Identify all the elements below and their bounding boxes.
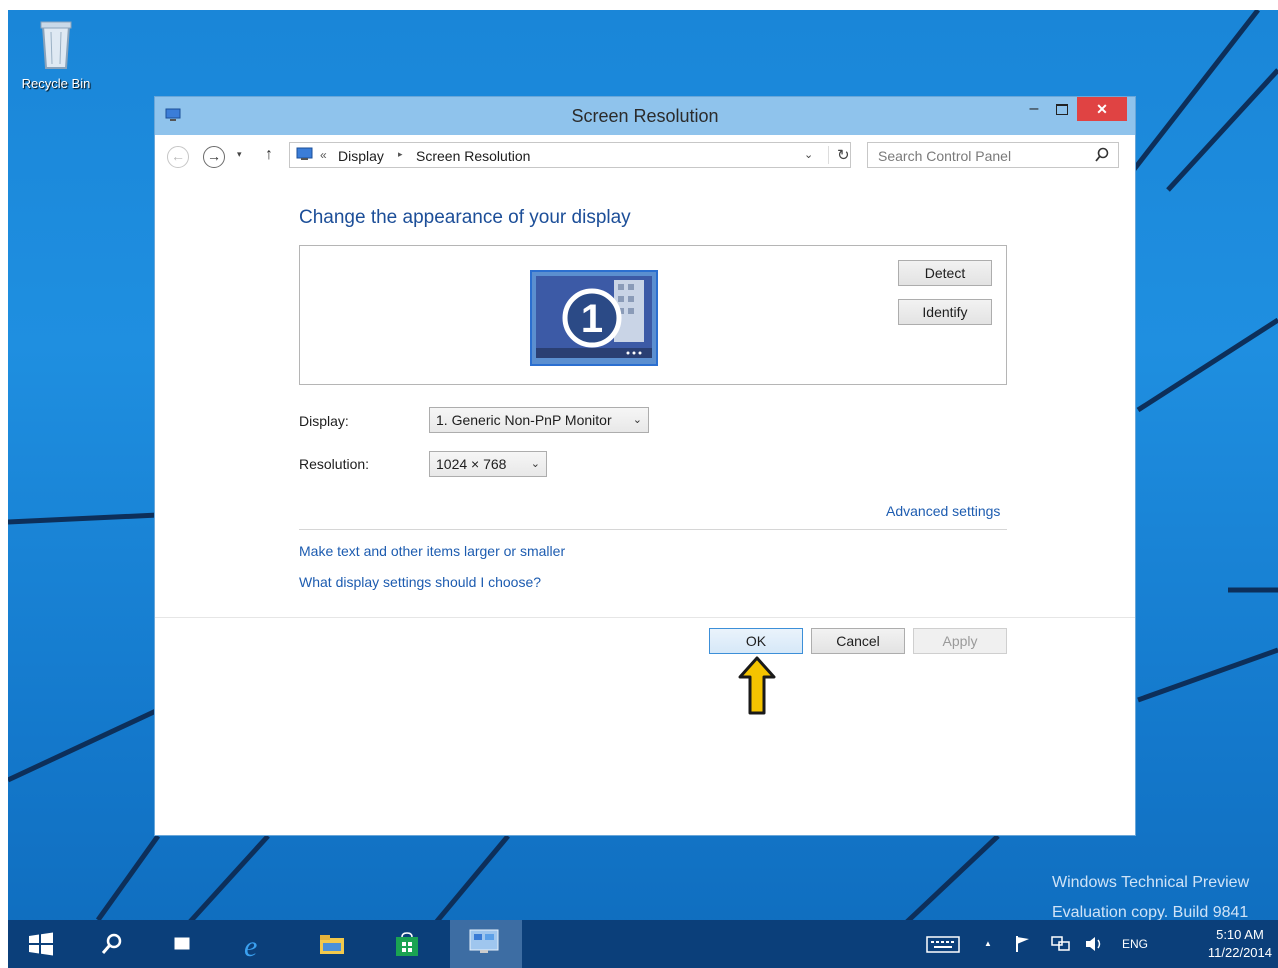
up-button[interactable]: ↑ [265,146,273,164]
control-panel-button[interactable] [450,920,522,968]
page-title: Change the appearance of your display [299,207,631,228]
cancel-button[interactable]: Cancel [811,628,905,654]
titlebar[interactable]: Screen Resolution – ✕ [155,97,1135,135]
search-box[interactable]: Search Control Panel [867,142,1119,168]
display-select[interactable]: 1. Generic Non-PnP Monitor ⌄ [429,407,649,433]
close-button[interactable]: ✕ [1077,97,1127,121]
internet-explorer-icon: e [244,932,257,960]
text-size-link[interactable]: Make text and other items larger or smal… [299,543,565,559]
control-panel-icon [469,929,499,953]
identify-button[interactable]: Identify [898,299,992,325]
maximize-icon [1056,104,1068,116]
divider [299,529,1007,530]
network-icon[interactable] [1050,934,1072,954]
file-explorer-button[interactable] [306,920,354,968]
resolution-select[interactable]: 1024 × 768 ⌄ [429,451,547,477]
breadcrumb-screen-resolution[interactable]: Screen Resolution [416,148,530,164]
monitor-number: 1 [581,297,603,341]
display-select-value: 1. Generic Non-PnP Monitor [436,412,612,428]
clock-date: 11/22/2014 [1207,945,1272,960]
breadcrumb-arrow-icon[interactable]: ▸ [398,149,403,160]
volume-icon[interactable] [1084,934,1106,954]
start-icon [29,932,53,956]
address-dropdown-icon[interactable]: ⌄ [804,148,813,161]
control-panel-icon [296,147,313,160]
store-icon [396,932,418,956]
resolution-select-value: 1024 × 768 [436,456,507,472]
window-title: Screen Resolution [571,106,719,126]
os-watermark: Windows Technical Preview Evaluation cop… [1052,868,1278,928]
address-bar[interactable]: « Display ▸ Screen Resolution ⌄ ↻ [289,142,851,168]
recent-locations-button[interactable]: ▾ [237,149,242,160]
store-button[interactable] [382,920,430,968]
taskbar: e ▲ ENG 5:10 AM 11/22/2014 [8,920,1278,968]
chevron-down-icon: ⌄ [632,414,642,426]
search-input[interactable]: Search Control Panel [878,148,1011,164]
footer-divider [155,617,1135,618]
navigation-bar: ← → ▾ ↑ « Display ▸ Screen Resolution ⌄ … [155,135,1135,181]
search-icon[interactable] [1094,147,1110,163]
forward-button[interactable]: → [203,146,225,168]
ok-button[interactable]: OK [709,628,803,654]
recycle-bin-label: Recycle Bin [21,76,91,91]
show-hidden-icons-button[interactable]: ▲ [984,939,992,948]
display-help-link[interactable]: What display settings should I choose? [299,574,541,590]
task-view-icon [173,936,191,951]
keyboard-icon[interactable] [926,934,960,954]
advanced-settings-link[interactable]: Advanced settings [886,503,1000,519]
screen-resolution-window: Screen Resolution – ✕ ← → ▾ ↑ « Display … [154,96,1136,836]
search-icon [101,933,122,954]
address-overflow[interactable]: « [320,148,327,162]
taskbar-search[interactable] [88,920,136,968]
svg-text:e: e [244,932,257,960]
internet-explorer-button[interactable]: e [230,920,278,968]
action-center-flag-icon[interactable] [1014,934,1032,954]
monitor-1-thumbnail[interactable]: 1 [530,270,658,366]
chevron-down-icon: ⌄ [530,458,540,470]
arrow-up-pointer-icon [738,656,776,715]
recycle-bin[interactable]: Recycle Bin [16,20,96,91]
file-explorer-icon [320,935,344,954]
clock-time: 5:10 AM [1216,927,1264,942]
detect-button[interactable]: Detect [898,260,992,286]
system-tray: ▲ ENG 5:10 AM 11/22/2014 [926,920,1278,968]
start-button[interactable] [16,920,64,968]
breadcrumb-display[interactable]: Display [338,148,384,164]
input-language-indicator[interactable]: ENG [1122,937,1148,951]
display-label: Display: [299,413,349,429]
recycle-bin-icon [40,21,72,69]
refresh-icon[interactable]: ↻ [828,146,850,164]
watermark-line1: Windows Technical Preview [1052,874,1250,891]
minimize-button[interactable]: – [1021,97,1047,121]
resolution-label: Resolution: [299,456,370,472]
maximize-button[interactable] [1049,97,1075,121]
clock[interactable]: 5:10 AM 11/22/2014 [1208,926,1272,962]
apply-button[interactable]: Apply [913,628,1007,654]
monitor-arrangement: 1 Detect Identify [299,245,1007,385]
back-button[interactable]: ← [167,146,189,168]
task-view-button[interactable] [158,920,206,968]
